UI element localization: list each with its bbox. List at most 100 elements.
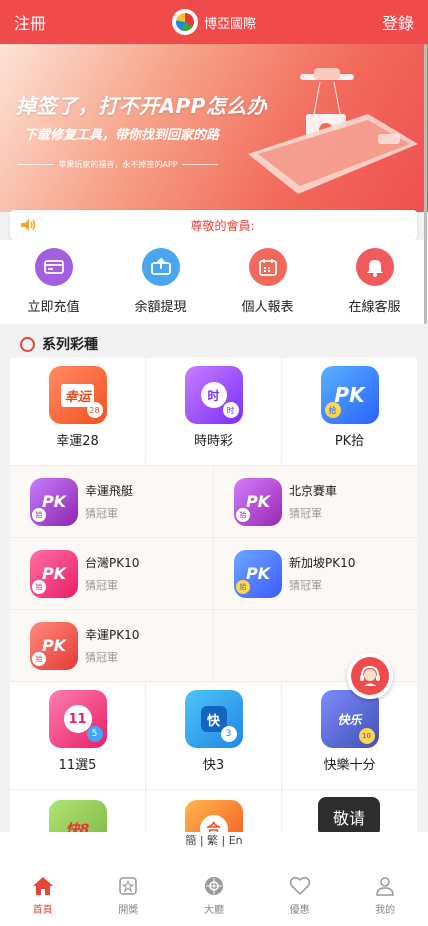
game-shishicai[interactable]: 时 时 時時彩 xyxy=(146,358,282,465)
game-he[interactable]: 合 xyxy=(146,790,282,832)
tab-label: 開獎 xyxy=(118,905,139,916)
withdraw-button[interactable]: 余額提現 xyxy=(107,240,214,324)
recharge-button[interactable]: 立即充值 xyxy=(0,240,107,324)
game-name: 幸運飛艇 xyxy=(85,484,134,498)
game-label: 11選5 xyxy=(58,758,97,773)
game-pk-shi[interactable]: PK 拾 PK拾 xyxy=(282,358,417,465)
register-button[interactable]: 注冊 xyxy=(14,10,46,34)
user-icon xyxy=(376,877,394,896)
notice-bar[interactable]: 尊敬的會員: xyxy=(10,210,417,240)
banner-tagline-text: 苹果玩家的福音，永不掉签的APP xyxy=(58,160,178,169)
customer-service-label: 在線客服 xyxy=(348,300,401,315)
happy10-badge: 10 xyxy=(358,728,375,744)
pk-badge: 拾 xyxy=(32,651,46,666)
quick-actions: 立即充值 余額提現 個人報表 在線客服 xyxy=(0,240,428,324)
tab-label: 我的 xyxy=(375,905,396,916)
game-kuai3[interactable]: 快 3 快3 xyxy=(146,682,282,789)
tab-mine[interactable]: 我的 xyxy=(342,852,428,926)
report-label: 個人報表 xyxy=(241,300,294,315)
pk-icon: PK 拾 xyxy=(30,477,78,526)
withdraw-label: 余額提現 xyxy=(134,300,187,315)
he-icon: 合 xyxy=(184,800,243,832)
game-label: PK拾 xyxy=(334,434,365,449)
kuai8-icon: 快8 xyxy=(48,800,107,832)
lobby-icon xyxy=(204,877,223,895)
tab-label: 優惠 xyxy=(289,905,310,916)
withdraw-icon xyxy=(141,248,180,286)
11x5-badge: 5 xyxy=(86,726,103,742)
section-header: 系列彩種 xyxy=(0,330,428,358)
notice-text: 尊敬的會員: xyxy=(190,218,255,233)
game-sub: 猜冠軍 xyxy=(85,507,118,520)
pk-icon: PK 拾 xyxy=(234,549,282,598)
game-11x5[interactable]: 11 5 11選5 xyxy=(10,682,146,789)
bottom-tab-bar: 首頁 開獎 大廳 優惠 我的 xyxy=(0,852,428,926)
pk-shi-glyph: PK xyxy=(334,383,365,407)
customer-service-float-button[interactable] xyxy=(347,653,393,699)
game-lucky-airship[interactable]: PK 拾 幸運飛艇 猜冠軍 xyxy=(10,466,214,537)
brand: 博亞國際 xyxy=(171,9,256,35)
banner-headline: 掉签了，打不开APP怎么办 xyxy=(16,94,268,118)
tab-offers[interactable]: 優惠 xyxy=(257,852,343,926)
speaker-icon xyxy=(20,218,38,232)
kuai8-glyph: 快8 xyxy=(65,822,90,832)
game-name: 北京賽車 xyxy=(289,484,338,498)
game-taiwan-pk10[interactable]: PK 拾 台灣PK10 猜冠軍 xyxy=(10,538,214,609)
game-sub: 猜冠軍 xyxy=(85,579,118,592)
game-name: 新加坡PK10 xyxy=(289,556,356,570)
tab-lottery-draw[interactable]: 開獎 xyxy=(86,852,172,926)
report-button[interactable]: 個人報表 xyxy=(214,240,321,324)
game-sub: 猜冠軍 xyxy=(289,507,322,520)
game-lucky28[interactable]: 幸运 28 幸運28 xyxy=(10,358,146,465)
pk-glyph: PK xyxy=(245,564,271,583)
pk-glyph: PK xyxy=(41,636,67,655)
kuai3-badge: 3 xyxy=(220,726,237,742)
tab-label: 大廳 xyxy=(203,905,224,916)
game-lucky-pk10[interactable]: PK 拾 幸運PK10 猜冠軍 xyxy=(10,610,214,681)
tab-home[interactable]: 首頁 xyxy=(0,852,86,926)
game-name: 台灣PK10 xyxy=(85,556,140,570)
game-label: 時時彩 xyxy=(193,434,233,449)
pk-shi-icon: PK 拾 xyxy=(320,366,379,424)
recharge-label: 立即充值 xyxy=(27,300,80,315)
customer-service-button[interactable]: 在線客服 xyxy=(321,240,428,324)
pk-glyph: PK xyxy=(245,492,271,511)
promo-banner[interactable]: 掉签了，打不开APP怎么办 下载修复工具，带你找到回家的路 苹果玩家的福音，永不… xyxy=(0,44,428,212)
pk-shi-badge: 拾 xyxy=(324,402,341,418)
game-happy10[interactable]: 快乐 10 快樂十分 xyxy=(282,682,417,789)
bell-icon xyxy=(355,248,394,286)
game-label: 快3 xyxy=(202,758,225,773)
pk-badge: 拾 xyxy=(32,507,46,522)
pk-badge: 拾 xyxy=(236,507,250,522)
game-sub: 猜冠軍 xyxy=(85,651,118,664)
login-button[interactable]: 登錄 xyxy=(382,10,414,34)
language-switch[interactable]: 簡 | 繁 | En xyxy=(0,832,428,852)
lucky28-icon: 幸运 28 xyxy=(48,366,107,424)
circle-icon xyxy=(20,336,35,352)
pk-icon: PK 拾 xyxy=(234,477,282,526)
game-singapore-pk10[interactable]: PK 拾 新加坡PK10 猜冠軍 xyxy=(214,538,417,609)
inquire-button[interactable]: 敬请 xyxy=(318,797,380,837)
heart-icon xyxy=(289,876,310,896)
game-kuai8[interactable]: 快8 xyxy=(10,790,146,832)
tab-lobby[interactable]: 大廳 xyxy=(171,852,257,926)
shishicai-badge: 时 xyxy=(222,402,239,418)
home-icon xyxy=(32,877,53,895)
game-label: 快樂十分 xyxy=(323,758,376,773)
lottery-draw-icon xyxy=(119,877,138,895)
game-row: PK 拾 幸運飛艇 猜冠軍 PK 拾 北京賽車 猜冠軍 xyxy=(10,466,417,538)
pk-glyph: PK xyxy=(41,564,67,583)
pk-icon: PK 拾 xyxy=(30,549,78,598)
scrollbar[interactable] xyxy=(424,44,427,324)
game-text: 北京賽車 猜冠軍 xyxy=(289,482,337,521)
game-beijing-racing[interactable]: PK 拾 北京賽車 猜冠軍 xyxy=(214,466,417,537)
shishicai-glyph: 时 xyxy=(200,382,227,408)
brand-logo-icon xyxy=(171,9,198,35)
11x5-icon: 11 5 xyxy=(48,690,107,748)
game-text: 台灣PK10 猜冠軍 xyxy=(85,554,139,593)
card-icon xyxy=(34,248,73,286)
game-panel: 幸运 28 幸運28 时 时 時時彩 PK 拾 PK拾 PK 拾 幸運飛艇 猜冠… xyxy=(10,358,417,832)
he-glyph: 合 xyxy=(199,815,228,832)
pk-icon: PK 拾 xyxy=(30,621,78,670)
game-row: 11 5 11選5 快 3 快3 快乐 10 快樂十分 xyxy=(10,682,417,790)
